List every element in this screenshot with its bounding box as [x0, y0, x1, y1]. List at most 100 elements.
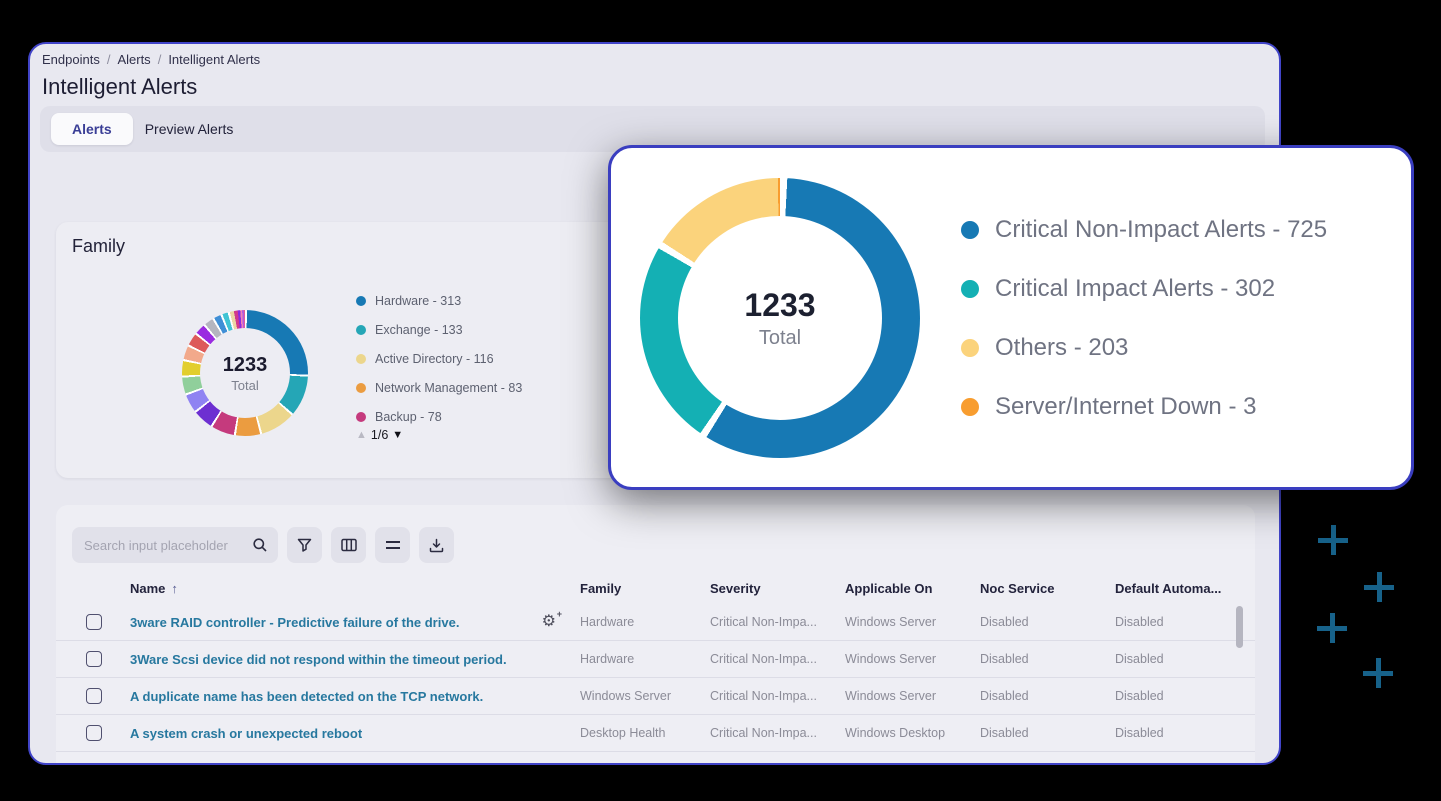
legend-bullet-icon: [356, 325, 366, 335]
noc-service-cell: Disabled: [980, 726, 1115, 740]
alerts-table-panel: Name↑FamilySeverityApplicable OnNoc Serv…: [56, 505, 1255, 763]
row-checkbox[interactable]: [86, 725, 102, 741]
family-legend: Hardware - 313Exchange - 133Active Direc…: [356, 286, 522, 431]
family-total-label: Total: [231, 378, 258, 393]
pagination-down-icon[interactable]: ▼: [392, 429, 403, 441]
search-icon: [252, 537, 268, 553]
legend-label: Hardware - 313: [375, 294, 461, 308]
pagination-up-icon[interactable]: ▲: [356, 429, 367, 441]
family-legend-item: Backup - 78: [356, 402, 522, 431]
noc-service-cell: Disabled: [980, 652, 1115, 666]
columns-icon: [341, 538, 357, 552]
column-header-name[interactable]: Name↑: [130, 581, 580, 596]
legend-label: Exchange - 133: [375, 323, 463, 337]
page-title: Intelligent Alerts: [42, 74, 197, 100]
name-cell: A system crash or unexpected reboot: [130, 726, 580, 741]
default-automation-cell: Disabled: [1115, 615, 1255, 629]
alert-name-link[interactable]: 3ware RAID controller - Predictive failu…: [130, 615, 459, 630]
gear-plus-badge: +: [557, 610, 562, 619]
family-cell: Hardware: [580, 615, 710, 629]
legend-bullet-icon: [356, 412, 366, 422]
pagination-page-number: 1/6: [371, 428, 388, 442]
legend-bullet-icon: [961, 398, 979, 416]
column-header-severity[interactable]: Severity: [710, 581, 845, 596]
legend-label: Backup - 78: [375, 410, 442, 424]
table-row[interactable]: 3ware RAID controller - Predictive failu…: [56, 604, 1255, 641]
alert-name-link[interactable]: 3Ware Scsi device did not respond within…: [130, 652, 507, 667]
alert-name-link[interactable]: A duplicate name has been detected on th…: [130, 689, 483, 704]
row-height-button[interactable]: [375, 527, 410, 563]
family-cell: Desktop Health: [580, 726, 710, 740]
table-toolbar: [72, 527, 454, 563]
table-scrollbar-thumb[interactable]: [1236, 606, 1243, 648]
default-automation-cell: Disabled: [1115, 652, 1255, 666]
name-cell: 3ware RAID controller - Predictive failu…: [130, 614, 580, 630]
noc-service-cell: Disabled: [980, 615, 1115, 629]
table-row[interactable]: A system crash or unexpected reboot Deskt…: [56, 715, 1255, 752]
severity-cell: Critical Non-Impa...: [710, 615, 845, 629]
tab-alerts[interactable]: Alerts: [51, 113, 133, 145]
row-height-icon: [386, 539, 400, 551]
severity-donut-chart[interactable]: 1233 Total: [640, 178, 920, 458]
sort-ascending-icon[interactable]: ↑: [171, 581, 178, 596]
row-checkbox[interactable]: [86, 614, 102, 630]
table-row[interactable]: 3Ware Scsi device did not respond within…: [56, 641, 1255, 678]
table-body: 3ware RAID controller - Predictive failu…: [56, 604, 1255, 752]
legend-bullet-icon: [356, 354, 366, 364]
legend-label: Network Management - 83: [375, 381, 522, 395]
family-cell: Windows Server: [580, 689, 710, 703]
legend-bullet-icon: [961, 221, 979, 239]
noc-service-cell: Disabled: [980, 689, 1115, 703]
gear-plus-icon[interactable]: ⚙+: [542, 614, 556, 630]
breadcrumb-item-alerts[interactable]: Alerts: [117, 52, 150, 67]
search-input[interactable]: [72, 527, 278, 563]
tab-preview-alerts[interactable]: Preview Alerts: [133, 121, 246, 137]
legend-bullet-icon: [356, 383, 366, 393]
severity-cell: Critical Non-Impa...: [710, 726, 845, 740]
plus-decoration: [1317, 613, 1347, 643]
applicable-on-cell: Windows Server: [845, 652, 980, 666]
severity-legend-item: Critical Impact Alerts - 302: [961, 259, 1327, 318]
applicable-on-cell: Windows Server: [845, 689, 980, 703]
default-automation-cell: Disabled: [1115, 689, 1255, 703]
legend-pagination: ▲ 1/6 ▼: [356, 428, 403, 442]
table-header-row: Name↑FamilySeverityApplicable OnNoc Serv…: [56, 575, 1255, 601]
severity-total-value: 1233: [744, 287, 815, 324]
column-header-applicable-on[interactable]: Applicable On: [845, 581, 980, 596]
family-total-value: 1233: [223, 354, 268, 377]
alert-name-link[interactable]: A system crash or unexpected reboot: [130, 726, 362, 741]
severity-cell: Critical Non-Impa...: [710, 652, 845, 666]
applicable-on-cell: Windows Server: [845, 615, 980, 629]
plus-decoration: [1363, 658, 1393, 688]
severity-donut-center: 1233 Total: [640, 178, 920, 458]
page-background: Endpoints / Alerts / Intelligent Alerts …: [0, 0, 1441, 801]
column-header-noc-service[interactable]: Noc Service: [980, 581, 1115, 596]
severity-legend-item: Server/Internet Down - 3: [961, 377, 1327, 436]
family-donut-chart[interactable]: 1233 Total: [182, 310, 308, 436]
name-cell: 3Ware Scsi device did not respond within…: [130, 652, 580, 667]
applicable-on-cell: Windows Desktop: [845, 726, 980, 740]
checkbox-cell: [56, 651, 130, 667]
family-donut-center: 1233 Total: [182, 310, 308, 436]
table-row[interactable]: A duplicate name has been detected on th…: [56, 678, 1255, 715]
breadcrumb-separator: /: [158, 52, 162, 67]
default-automation-cell: Disabled: [1115, 726, 1255, 740]
legend-label: Critical Non-Impact Alerts - 725: [995, 216, 1327, 244]
family-card-title: Family: [72, 236, 125, 257]
filter-button[interactable]: [287, 527, 322, 563]
alert-severity-popup: 1233 Total Critical Non-Impact Alerts - …: [608, 145, 1414, 490]
severity-legend-item: Critical Non-Impact Alerts - 725: [961, 200, 1327, 259]
family-legend-item: Exchange - 133: [356, 315, 522, 344]
columns-button[interactable]: [331, 527, 366, 563]
legend-label: Critical Impact Alerts - 302: [995, 275, 1275, 303]
download-button[interactable]: [419, 527, 454, 563]
row-checkbox[interactable]: [86, 651, 102, 667]
breadcrumb-item-intelligent-alerts: Intelligent Alerts: [168, 52, 260, 67]
breadcrumb-item-endpoints[interactable]: Endpoints: [42, 52, 100, 67]
column-header-family[interactable]: Family: [580, 581, 710, 596]
legend-bullet-icon: [961, 280, 979, 298]
column-header-default-automa-[interactable]: Default Automa...: [1115, 581, 1255, 596]
row-checkbox[interactable]: [86, 688, 102, 704]
family-cell: Hardware: [580, 652, 710, 666]
family-legend-item: Network Management - 83: [356, 373, 522, 402]
